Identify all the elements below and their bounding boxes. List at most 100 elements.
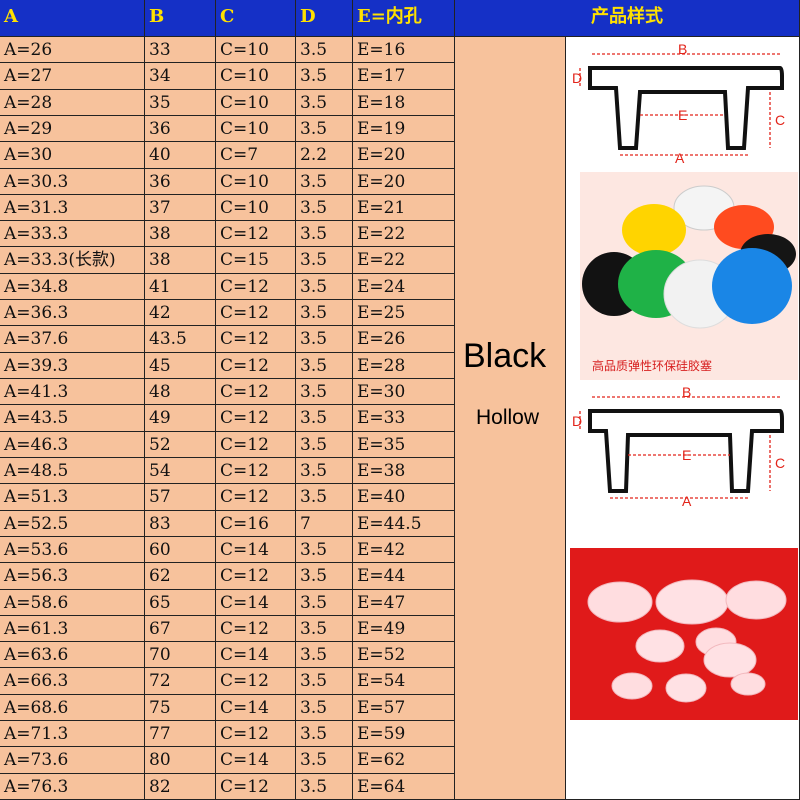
table-cell-d: 3.5: [296, 247, 353, 274]
dim-label-e: E: [682, 447, 691, 463]
table-cell-d: 3.5: [296, 589, 353, 616]
dim-label-a: A: [675, 150, 685, 165]
table-cell-a: A=28: [0, 89, 145, 116]
table-cell-c: C=12: [216, 326, 296, 353]
table-cell-c: C=16: [216, 510, 296, 537]
table-cell-b: 48: [145, 379, 216, 406]
table-cell-b: 54: [145, 457, 216, 485]
table-cell-d: 3.5: [296, 273, 353, 301]
table-cell-c: C=10: [216, 37, 296, 64]
table-cell-e: E=18: [353, 89, 455, 116]
table-cell-d: 3.5: [296, 63, 353, 90]
table-cell-a: A=26: [0, 37, 145, 64]
table-cell-b: 70: [145, 642, 216, 669]
table-cell-b: 77: [145, 721, 216, 748]
table-cell-e: E=24: [353, 273, 455, 301]
table-cell-d: 7: [296, 510, 353, 537]
table-cell-c: C=12: [216, 773, 296, 800]
table-cell-b: 36: [145, 168, 216, 195]
table-cell-b: 65: [145, 589, 216, 616]
table-cell-e: E=62: [353, 747, 455, 774]
table-cell-c: C=14: [216, 589, 296, 616]
table-cell-e: E=64: [353, 773, 455, 800]
table-cell-a: A=43.5: [0, 405, 145, 432]
table-cell-a: A=39.3: [0, 352, 145, 380]
table-cell-c: C=12: [216, 379, 296, 406]
table-cell-c: C=12: [216, 221, 296, 248]
table-cell-d: 3.5: [296, 668, 353, 695]
table-cell-a: A=33.3(长款): [0, 247, 145, 274]
table-cell-d: 3.5: [296, 194, 353, 222]
color-label: Black: [463, 337, 547, 375]
table-cell-c: C=7: [216, 142, 296, 169]
column-header-a: A: [0, 0, 145, 37]
table-cell-e: E=20: [353, 142, 455, 169]
dim-label-e: E: [678, 107, 687, 123]
table-cell-b: 67: [145, 615, 216, 643]
photo-caption: 高品质弹性环保硅胶塞: [592, 358, 712, 373]
table-cell-d: 3.5: [296, 89, 353, 116]
table-cell-a: A=29: [0, 115, 145, 143]
dim-label-b: B: [682, 384, 691, 400]
table-cell-d: 3.5: [296, 168, 353, 195]
dim-label-d: D: [572, 70, 582, 86]
dim-label-c: C: [775, 112, 785, 128]
table-cell-b: 49: [145, 405, 216, 432]
table-cell-b: 62: [145, 563, 216, 590]
dim-label-d: D: [572, 413, 582, 429]
plug-cross-section-icon: B E A D C: [572, 384, 785, 508]
table-cell-c: C=14: [216, 747, 296, 774]
table-cell-c: C=12: [216, 615, 296, 643]
table-cell-d: 3.5: [296, 352, 353, 380]
table-cell-c: C=14: [216, 536, 296, 564]
column-header-d: D: [296, 0, 353, 37]
table-cell-e: E=38: [353, 457, 455, 485]
table-cell-b: 38: [145, 247, 216, 274]
table-cell-e: E=42: [353, 536, 455, 564]
table-cell-c: C=10: [216, 89, 296, 116]
table-cell-e: E=19: [353, 115, 455, 143]
table-cell-c: C=12: [216, 721, 296, 748]
column-header-b: B: [145, 0, 216, 37]
table-cell-c: C=14: [216, 694, 296, 722]
table-cell-d: 3.5: [296, 221, 353, 248]
table-cell-a: A=31.3: [0, 194, 145, 222]
table-cell-b: 60: [145, 536, 216, 564]
plug-cross-section-icon: B E A D C: [572, 41, 785, 165]
table-cell-a: A=36.3: [0, 300, 145, 327]
table-cell-e: E=35: [353, 431, 455, 458]
table-cell-c: C=14: [216, 642, 296, 669]
table-cell-a: A=48.5: [0, 457, 145, 485]
table-cell-c: C=12: [216, 405, 296, 432]
table-cell-a: A=58.6: [0, 589, 145, 616]
table-cell-d: 3.5: [296, 457, 353, 485]
table-cell-a: A=53.6: [0, 536, 145, 564]
table-cell-a: A=52.5: [0, 510, 145, 537]
table-cell-e: E=44: [353, 563, 455, 590]
table-cell-d: 3.5: [296, 115, 353, 143]
table-cell-b: 42: [145, 300, 216, 327]
table-cell-d: 3.5: [296, 642, 353, 669]
table-cell-e: E=28: [353, 352, 455, 380]
table-cell-c: C=12: [216, 668, 296, 695]
table-cell-b: 37: [145, 194, 216, 222]
table-cell-d: 3.5: [296, 563, 353, 590]
table-cell-c: C=12: [216, 484, 296, 511]
table-cell-b: 35: [145, 89, 216, 116]
table-cell-c: C=12: [216, 457, 296, 485]
table-cell-c: C=10: [216, 115, 296, 143]
column-header-product-style: 产品样式: [455, 0, 800, 37]
table-cell-b: 43.5: [145, 326, 216, 353]
table-cell-e: E=44.5: [353, 510, 455, 537]
column-header-c: C: [216, 0, 296, 37]
table-cell-a: A=37.6: [0, 326, 145, 353]
table-cell-b: 57: [145, 484, 216, 511]
table-cell-c: C=12: [216, 300, 296, 327]
dimension-diagram-top: B E A D C: [570, 40, 798, 165]
table-cell-b: 36: [145, 115, 216, 143]
table-cell-b: 41: [145, 273, 216, 301]
column-header-e: E=内孔: [353, 0, 455, 37]
table-cell-c: C=12: [216, 431, 296, 458]
table-cell-a: A=30: [0, 142, 145, 169]
dim-label-a: A: [682, 493, 692, 508]
